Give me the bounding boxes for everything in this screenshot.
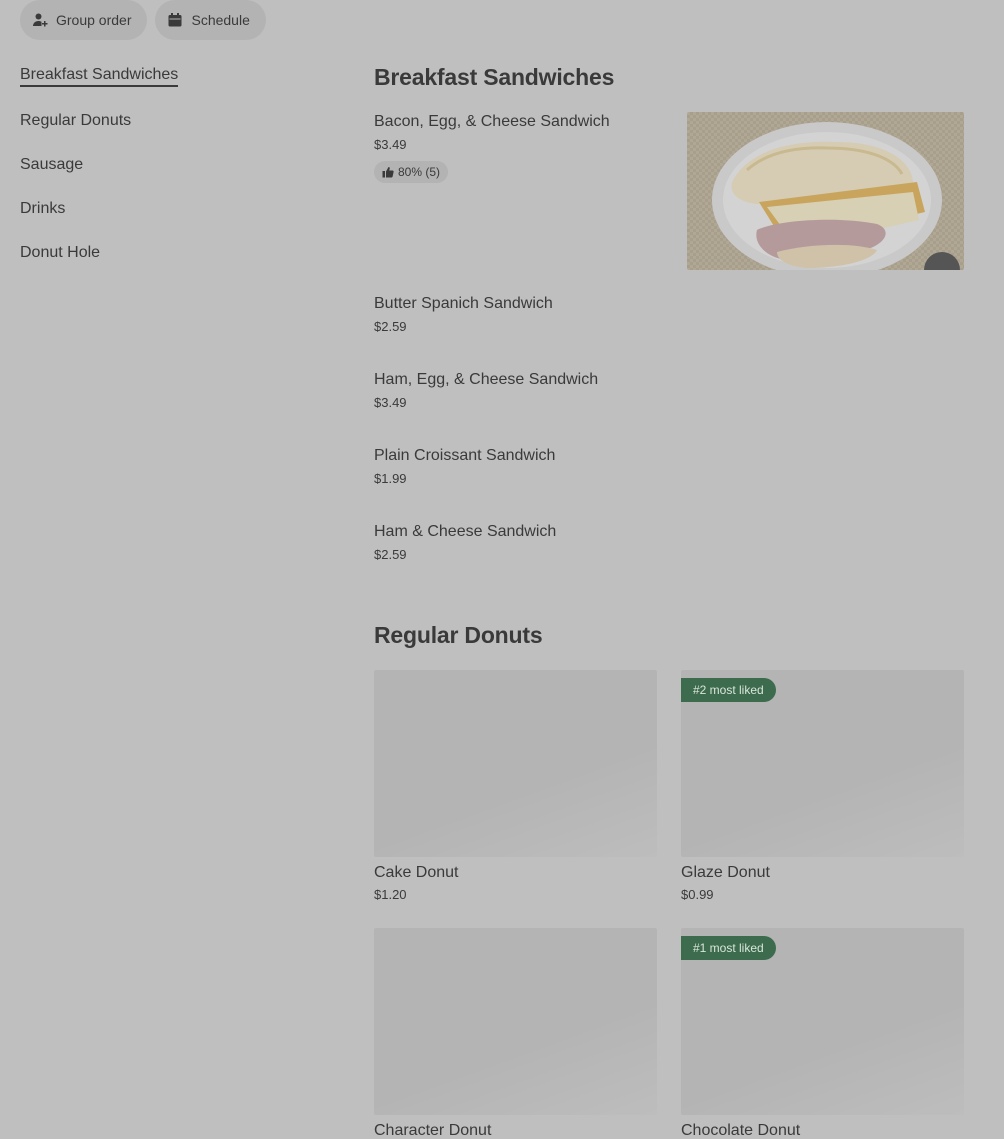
nav-item-donut-hole[interactable]: Donut Hole bbox=[20, 240, 320, 284]
item-price: $0.99 bbox=[681, 887, 714, 902]
nav-item-label: Breakfast Sandwiches bbox=[20, 66, 179, 87]
sandwich-photo bbox=[687, 112, 964, 270]
nav-item-label: Sausage bbox=[20, 156, 84, 173]
donut-card[interactable]: Cake Donut $1.20 bbox=[374, 670, 657, 903]
sandwich-image[interactable] bbox=[687, 112, 964, 270]
thumbs-up-icon bbox=[382, 167, 394, 178]
menu-item[interactable]: Butter Spanich Sandwich $2.59 bbox=[374, 294, 674, 335]
menu-item[interactable]: Ham, Egg, & Cheese Sandwich $3.49 bbox=[374, 370, 674, 411]
item-image bbox=[374, 670, 657, 857]
rating-text: 80% (5) bbox=[398, 165, 441, 179]
nav-item-label: Regular Donuts bbox=[20, 112, 132, 129]
calendar-icon bbox=[168, 13, 182, 27]
menu-item[interactable]: Bacon, Egg, & Cheese Sandwich $3.49 80% … bbox=[374, 112, 674, 183]
item-image: #2 most liked bbox=[681, 670, 964, 857]
nav-item-sausage[interactable]: Sausage bbox=[20, 152, 320, 196]
section-title-breakfast: Breakfast Sandwiches bbox=[374, 64, 615, 90]
schedule-button[interactable]: Schedule bbox=[155, 0, 266, 40]
item-name: Plain Croissant Sandwich bbox=[374, 447, 556, 464]
item-name: Ham & Cheese Sandwich bbox=[374, 523, 557, 540]
nav-item-regular-donuts[interactable]: Regular Donuts bbox=[20, 108, 320, 152]
item-name: Bacon, Egg, & Cheese Sandwich bbox=[374, 113, 610, 130]
menu-item[interactable]: Ham & Cheese Sandwich $2.59 bbox=[374, 522, 674, 563]
nav-item-label: Drinks bbox=[20, 200, 66, 217]
donut-card[interactable]: Character Donut bbox=[374, 928, 657, 1139]
schedule-label: Schedule bbox=[191, 12, 250, 28]
nav-item-breakfast-sandwiches[interactable]: Breakfast Sandwiches bbox=[20, 62, 320, 106]
nav-item-label: Donut Hole bbox=[20, 244, 101, 261]
item-price: $2.59 bbox=[374, 319, 407, 334]
item-name: Cake Donut bbox=[374, 864, 459, 881]
group-order-label: Group order bbox=[56, 12, 132, 28]
item-price: $3.49 bbox=[374, 137, 407, 152]
item-name: Character Donut bbox=[374, 1122, 492, 1139]
item-name: Ham, Egg, & Cheese Sandwich bbox=[374, 371, 599, 388]
item-price: $1.99 bbox=[374, 471, 407, 486]
nav-item-drinks[interactable]: Drinks bbox=[20, 196, 320, 240]
add-person-icon bbox=[33, 13, 48, 27]
most-liked-badge: #2 most liked bbox=[681, 678, 776, 702]
section-title-donuts: Regular Donuts bbox=[374, 622, 543, 648]
top-actions: Group order Schedule bbox=[20, 0, 266, 40]
category-nav: Breakfast Sandwiches Regular Donuts Saus… bbox=[20, 60, 320, 284]
item-name: Glaze Donut bbox=[681, 864, 770, 881]
item-name: Chocolate Donut bbox=[681, 1122, 801, 1139]
item-price: $3.49 bbox=[374, 395, 407, 410]
group-order-button[interactable]: Group order bbox=[20, 0, 148, 40]
item-image: #1 most liked bbox=[681, 928, 964, 1115]
item-price: $1.20 bbox=[374, 887, 407, 902]
donut-card[interactable]: #2 most liked Glaze Donut $0.99 bbox=[681, 670, 964, 903]
donut-card[interactable]: #1 most liked Chocolate Donut bbox=[681, 928, 964, 1139]
item-name: Butter Spanich Sandwich bbox=[374, 295, 553, 312]
menu-item[interactable]: Plain Croissant Sandwich $1.99 bbox=[374, 446, 674, 487]
rating-badge: 80% (5) bbox=[374, 161, 449, 183]
item-image bbox=[374, 928, 657, 1115]
item-price: $2.59 bbox=[374, 547, 407, 562]
most-liked-badge: #1 most liked bbox=[681, 936, 776, 960]
